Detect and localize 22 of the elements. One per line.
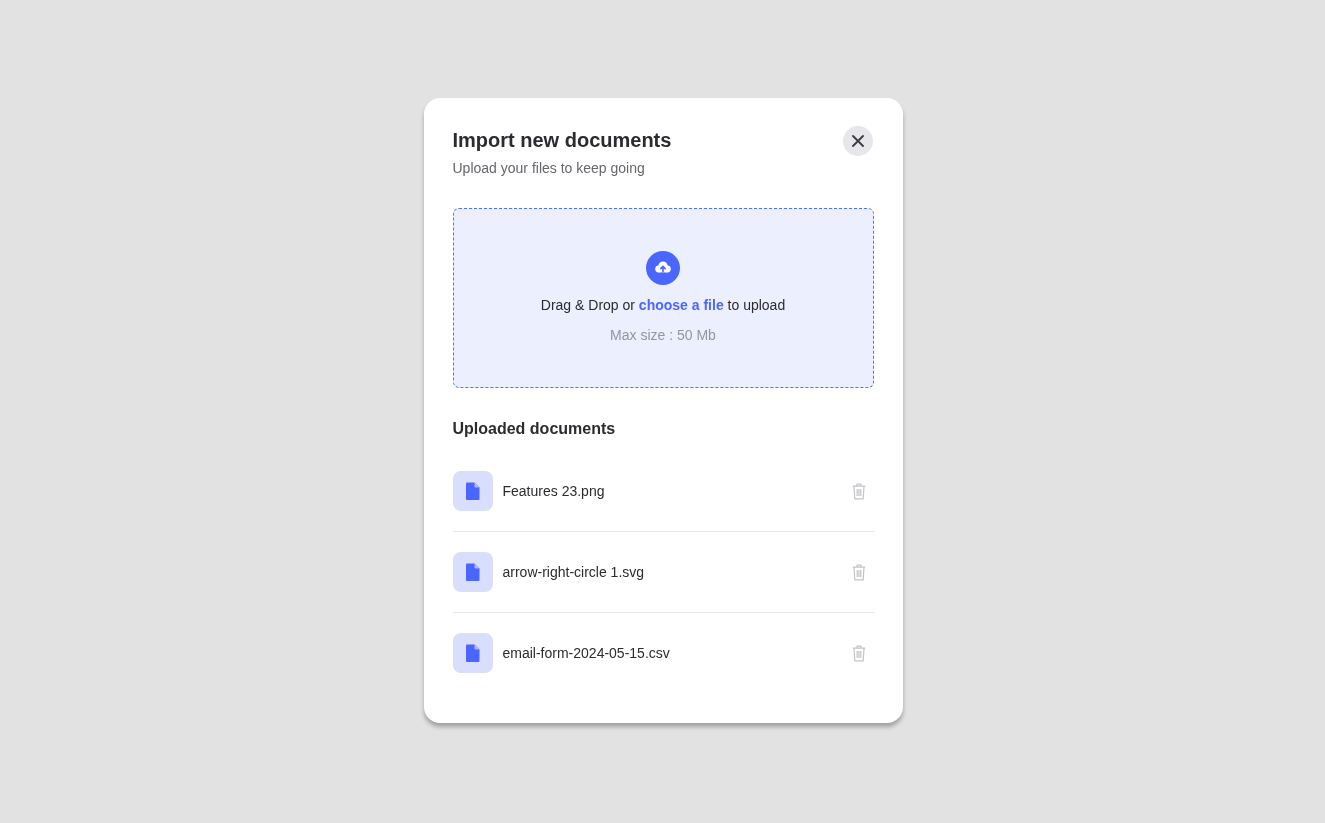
file-icon bbox=[452, 471, 493, 511]
close-icon bbox=[851, 135, 864, 147]
delete-button[interactable] bbox=[851, 563, 866, 581]
upload-prompt: Drag & Drop or choose a file to upload bbox=[540, 296, 786, 315]
dialog-title: Import new documents bbox=[452, 128, 672, 152]
delete-button[interactable] bbox=[851, 482, 866, 500]
trash-icon bbox=[851, 644, 866, 662]
file-name: arrow-right-circle 1.svg bbox=[502, 563, 646, 582]
trash-icon bbox=[851, 563, 866, 581]
max-size-hint: Max size : 50 Mb bbox=[610, 326, 716, 345]
file-icon bbox=[452, 633, 493, 673]
file-icon bbox=[452, 552, 493, 592]
dialog-subtitle: Upload your files to keep going bbox=[452, 159, 646, 178]
trash-icon bbox=[851, 482, 866, 500]
file-name: Features 23.png bbox=[502, 482, 606, 501]
file-drop-zone[interactable]: Drag & Drop or choose a file to upload Max size : 50 Mb bbox=[452, 208, 874, 388]
delete-button[interactable] bbox=[851, 644, 866, 662]
close-button[interactable] bbox=[842, 126, 873, 156]
file-name: email-form-2024-05-15.csv bbox=[502, 644, 671, 663]
section-title: Uploaded documents bbox=[452, 419, 617, 439]
choose-file-link[interactable]: choose a file bbox=[638, 297, 724, 313]
cloud-upload-icon bbox=[646, 251, 680, 285]
